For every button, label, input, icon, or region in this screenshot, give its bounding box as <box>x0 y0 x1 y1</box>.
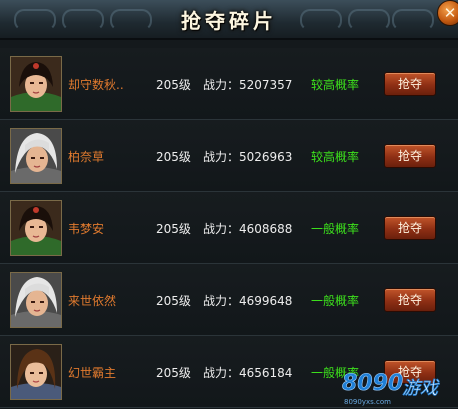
grab-button[interactable]: 抢夺 <box>384 72 436 96</box>
opponent-list: 却守数秋.. 205级 战力：5207357 较高概率 抢夺 柏奈草 205级 … <box>0 48 458 408</box>
success-rate: 较高概率 <box>311 78 360 92</box>
close-icon: ✕ <box>443 4 457 22</box>
silver-hair-avatar <box>10 272 62 328</box>
player-level: 205级 <box>156 366 191 380</box>
grab-button[interactable]: 抢夺 <box>384 288 436 312</box>
grab-button[interactable]: 抢夺 <box>384 360 436 384</box>
player-level: 205级 <box>156 222 191 236</box>
success-rate: 一般概率 <box>311 366 360 380</box>
success-rate: 一般概率 <box>311 222 360 236</box>
player-name: 却守数秋.. <box>68 78 124 92</box>
player-power: 战力：4699648 <box>203 294 293 308</box>
player-name: 柏奈草 <box>68 150 105 164</box>
success-rate: 较高概率 <box>311 150 360 164</box>
player-power: 战力：5207357 <box>203 78 293 92</box>
success-rate: 一般概率 <box>311 294 360 308</box>
window-title: 抢夺碎片 <box>181 9 277 33</box>
silver-hair-avatar <box>10 128 62 184</box>
player-power: 战力：4608688 <box>203 222 293 236</box>
grab-fragments-window: 抢夺碎片 ✕ 却守数秋.. 205级 战力：5207357 较高概率 抢夺 柏奈… <box>0 0 458 409</box>
opponent-row: 来世依然 205级 战力：4699648 一般概率 抢夺 <box>0 264 458 336</box>
close-button[interactable]: ✕ <box>437 0 458 26</box>
player-level: 205级 <box>156 294 191 308</box>
player-power: 战力：4656184 <box>203 366 293 380</box>
female-warrior-avatar <box>10 56 62 112</box>
window-header: 抢夺碎片 ✕ <box>0 0 458 40</box>
player-name: 来世依然 <box>68 294 117 308</box>
player-name: 幻世霸主 <box>68 366 117 380</box>
brown-hair-avatar <box>10 344 62 400</box>
opponent-row: 韦梦安 205级 战力：4608688 一般概率 抢夺 <box>0 192 458 264</box>
opponent-row: 幻世霸主 205级 战力：4656184 一般概率 抢夺 <box>0 336 458 408</box>
grab-button[interactable]: 抢夺 <box>384 144 436 168</box>
female-warrior-avatar <box>10 200 62 256</box>
opponent-row: 却守数秋.. 205级 战力：5207357 较高概率 抢夺 <box>0 48 458 120</box>
player-level: 205级 <box>156 78 191 92</box>
grab-button[interactable]: 抢夺 <box>384 216 436 240</box>
player-level: 205级 <box>156 150 191 164</box>
opponent-row: 柏奈草 205级 战力：5026963 较高概率 抢夺 <box>0 120 458 192</box>
player-name: 韦梦安 <box>68 222 105 236</box>
player-power: 战力：5026963 <box>203 150 293 164</box>
